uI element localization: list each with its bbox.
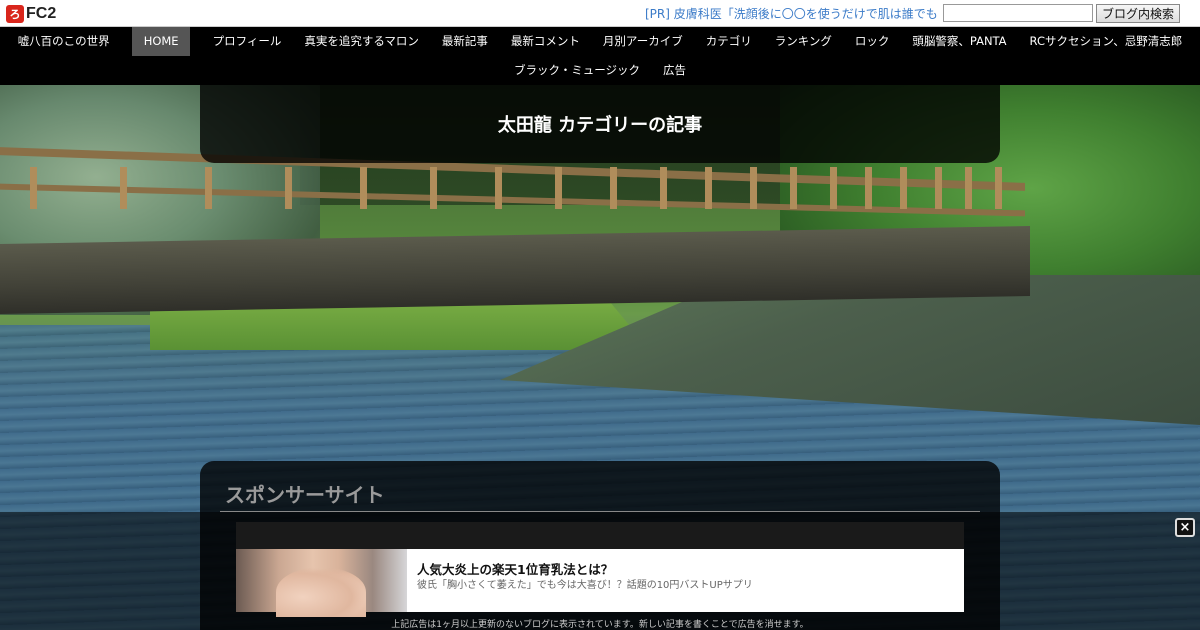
ad-thumbnail-image (276, 567, 366, 617)
nav-item-blog-title[interactable]: 嘘八百のこの世界 (6, 27, 121, 56)
bridge-post (965, 167, 972, 209)
bridge-post (495, 167, 502, 209)
fc2-logo-icon: ろ (6, 4, 24, 23)
bridge-post (205, 167, 212, 209)
page-title: 太田龍 カテゴリーの記事 (497, 115, 703, 136)
bridge-post (120, 167, 127, 209)
nav-item-panta[interactable]: 頭脳警察、PANTA (901, 27, 1018, 56)
sponsor-title: スポンサーサイト (225, 483, 385, 507)
bridge-post (790, 167, 797, 209)
nav-item-categories[interactable]: カテゴリ (694, 27, 763, 56)
bridge-post (30, 167, 37, 209)
blog-search-button[interactable]: ブログ内検索 (1096, 4, 1180, 23)
nav-item-latest-posts[interactable]: 最新記事 (430, 27, 499, 56)
close-icon[interactable]: × (1175, 518, 1195, 537)
category-header: 太田龍 カテゴリーの記事 (200, 85, 1000, 163)
ad-thumbnail[interactable] (236, 549, 407, 617)
bridge-post (430, 167, 437, 209)
pr-ad-link[interactable]: [PR] 皮膚科医「洗顔後に〇〇を使うだけで肌は誰でも (645, 5, 937, 22)
bridge-post (360, 167, 367, 209)
nav-item-black-music[interactable]: ブラック・ミュージック (502, 56, 651, 85)
fc2-logo[interactable]: ろ FC2 (6, 4, 56, 23)
bridge-post (935, 167, 942, 209)
bridge-post (750, 167, 757, 209)
bridge-post (705, 167, 712, 209)
nav-item-marron[interactable]: 真実を追究するマロン (293, 27, 431, 56)
nav-item-monthly-archive[interactable]: 月別アーカイブ (591, 27, 694, 56)
ad-top-strip (236, 522, 964, 549)
bridge-post (830, 167, 837, 209)
bridge-post (610, 167, 617, 209)
ad-notice: 上記広告は1ヶ月以上更新のないブログに表示されています。新しい記事を書くことで広… (391, 620, 809, 630)
bridge-post (995, 167, 1002, 209)
fc2-header-bar: ろ FC2 [PR] 皮膚科医「洗顔後に〇〇を使うだけで肌は誰でも ブログ内検索 (0, 0, 1200, 27)
nav-row-1: 嘘八百のこの世界 HOME プロフィール 真実を追究するマロン 最新記事 最新コ… (0, 27, 1200, 56)
nav-item-ads[interactable]: 広告 (652, 56, 698, 85)
bridge-post (555, 167, 562, 209)
fc2-logo-text: FC2 (26, 4, 57, 22)
bridge-post (865, 167, 872, 209)
ad-banner[interactable]: 人気大炎上の楽天1位育乳法とは？ 彼氏「胸小さくて萎えた」でも今は大喜び！？話題… (236, 549, 964, 617)
nav-item-ranking[interactable]: ランキング (763, 27, 843, 56)
bridge-post (660, 167, 667, 209)
nav-item-latest-comments[interactable]: 最新コメント (499, 27, 591, 56)
nav-row-2: ブラック・ミュージック 広告 (0, 56, 1200, 85)
blog-search-input[interactable] (943, 4, 1093, 22)
main-nav: 嘘八百のこの世界 HOME プロフィール 真実を追究するマロン 最新記事 最新コ… (0, 27, 1200, 85)
nav-item-profile[interactable]: プロフィール (201, 27, 293, 56)
nav-item-rc-succession[interactable]: RCサクセション、忌野清志郎 (1018, 27, 1194, 56)
bridge-post (285, 167, 292, 209)
nav-item-home[interactable]: HOME (132, 27, 191, 56)
bridge-post (900, 167, 907, 209)
ad-description[interactable]: 彼氏「胸小さくて萎えた」でも今は大喜び！？話題の10円バストUPサプリ (417, 576, 753, 591)
nav-item-rock[interactable]: ロック (843, 27, 901, 56)
